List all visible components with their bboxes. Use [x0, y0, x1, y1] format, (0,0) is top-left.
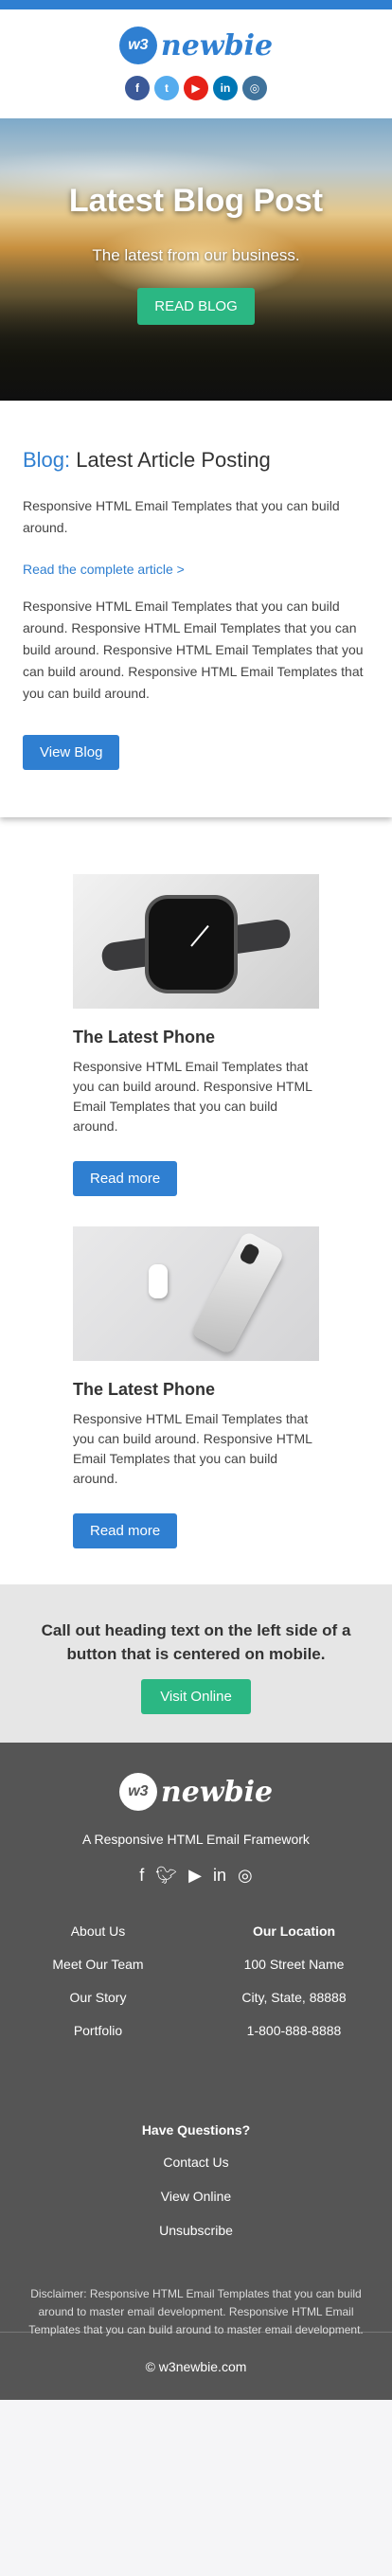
footer-tagline: A Responsive HTML Email Framework	[82, 1832, 310, 1847]
linkedin-icon[interactable]: in	[213, 1866, 226, 1886]
read-more-button[interactable]: Read more	[73, 1513, 178, 1548]
visit-online-button[interactable]: Visit Online	[141, 1679, 251, 1714]
callout-heading: Call out heading text on the left side o…	[41, 1621, 351, 1663]
header: w3 newbie f t ▶ in ◎	[0, 9, 392, 118]
disclaimer: Disclaimer: Responsive HTML Email Templa…	[28, 2287, 364, 2336]
logo-badge: w3	[118, 1773, 157, 1811]
phone-number: 1-800-888-8888	[246, 2023, 342, 2038]
instagram-icon[interactable]: ◎	[238, 1866, 253, 1886]
read-blog-button[interactable]: READ BLOG	[137, 288, 255, 325]
unsubscribe-link[interactable]: Unsubscribe	[0, 2223, 392, 2238]
phone-image	[73, 1226, 319, 1361]
copyright: © w3newbie.com	[0, 2332, 392, 2400]
product-card: The Latest Phone Responsive HTML Email T…	[73, 1226, 319, 1548]
twitter-icon[interactable]: t	[154, 76, 179, 100]
facebook-icon[interactable]: f	[125, 76, 150, 100]
contact-us-link[interactable]: Contact Us	[0, 2155, 392, 2170]
footer-social-links: f 🐦︎ ▶ in ◎	[0, 1866, 392, 1886]
questions-section: Have Questions? Contact Us View Online U…	[0, 2122, 392, 2238]
linkedin-icon[interactable]: in	[213, 76, 238, 100]
view-blog-button[interactable]: View Blog	[23, 735, 120, 770]
logo-text: newbie	[160, 28, 274, 63]
logo-text: newbie	[160, 1775, 274, 1809]
hero-title: Latest Blog Post	[68, 183, 324, 219]
logo-badge: w3	[118, 27, 157, 64]
article-section: Blog: Latest Article Posting Responsive …	[0, 401, 392, 817]
youtube-icon[interactable]: ▶	[184, 76, 208, 100]
footer-link-about[interactable]: About Us	[0, 1923, 196, 1939]
footer-links-column: About Us Meet Our Team Our Story Portfol…	[0, 1923, 196, 2056]
product-card: The Latest Phone Responsive HTML Email T…	[73, 874, 319, 1196]
brand-logo[interactable]: w3 newbie	[118, 27, 274, 64]
bottom-spacer	[0, 2400, 392, 2428]
card-text: Responsive HTML Email Templates that you…	[73, 1059, 312, 1134]
twitter-icon[interactable]: 🐦︎	[155, 1866, 177, 1886]
article-heading: Blog: Latest Article Posting	[23, 448, 369, 473]
card-title: The Latest Phone	[73, 1380, 216, 1399]
card-title: The Latest Phone	[73, 1028, 216, 1046]
footer-location-column: Our Location 100 Street Name City, State…	[196, 1923, 392, 2056]
read-more-button[interactable]: Read more	[73, 1161, 178, 1196]
article-heading-accent: Blog:	[23, 448, 71, 472]
card-text: Responsive HTML Email Templates that you…	[73, 1411, 312, 1486]
article-body: Responsive HTML Email Templates that you…	[23, 599, 364, 701]
footer-link-story[interactable]: Our Story	[0, 1990, 196, 2005]
footer-logo[interactable]: w3 newbie	[118, 1773, 274, 1811]
location-heading: Our Location	[252, 1923, 336, 1939]
top-accent-bar	[0, 0, 392, 9]
header-social-links: f t ▶ in ◎	[0, 76, 392, 100]
footer: w3 newbie A Responsive HTML Email Framew…	[0, 1743, 392, 2336]
hero-banner: Latest Blog Post The latest from our bus…	[0, 118, 392, 401]
smartwatch-image	[73, 874, 319, 1009]
youtube-icon[interactable]: ▶	[188, 1866, 202, 1886]
article-heading-text: Latest Article Posting	[70, 448, 271, 472]
footer-link-portfolio[interactable]: Portfolio	[0, 2023, 196, 2038]
product-cards: The Latest Phone Responsive HTML Email T…	[0, 817, 392, 1584]
address-street: 100 Street Name	[243, 1957, 345, 1972]
read-article-link[interactable]: Read the complete article >	[23, 562, 369, 577]
address-city: City, State, 88888	[241, 1990, 347, 2005]
view-online-link[interactable]: View Online	[0, 2189, 392, 2204]
instagram-icon[interactable]: ◎	[242, 76, 267, 100]
footer-link-team[interactable]: Meet Our Team	[0, 1957, 196, 1972]
callout-section: Call out heading text on the left side o…	[0, 1584, 392, 1743]
questions-heading: Have Questions?	[141, 2122, 251, 2138]
article-intro: Responsive HTML Email Templates that you…	[23, 498, 340, 535]
facebook-icon[interactable]: f	[139, 1866, 144, 1886]
hero-subtitle: The latest from our business.	[92, 246, 300, 264]
